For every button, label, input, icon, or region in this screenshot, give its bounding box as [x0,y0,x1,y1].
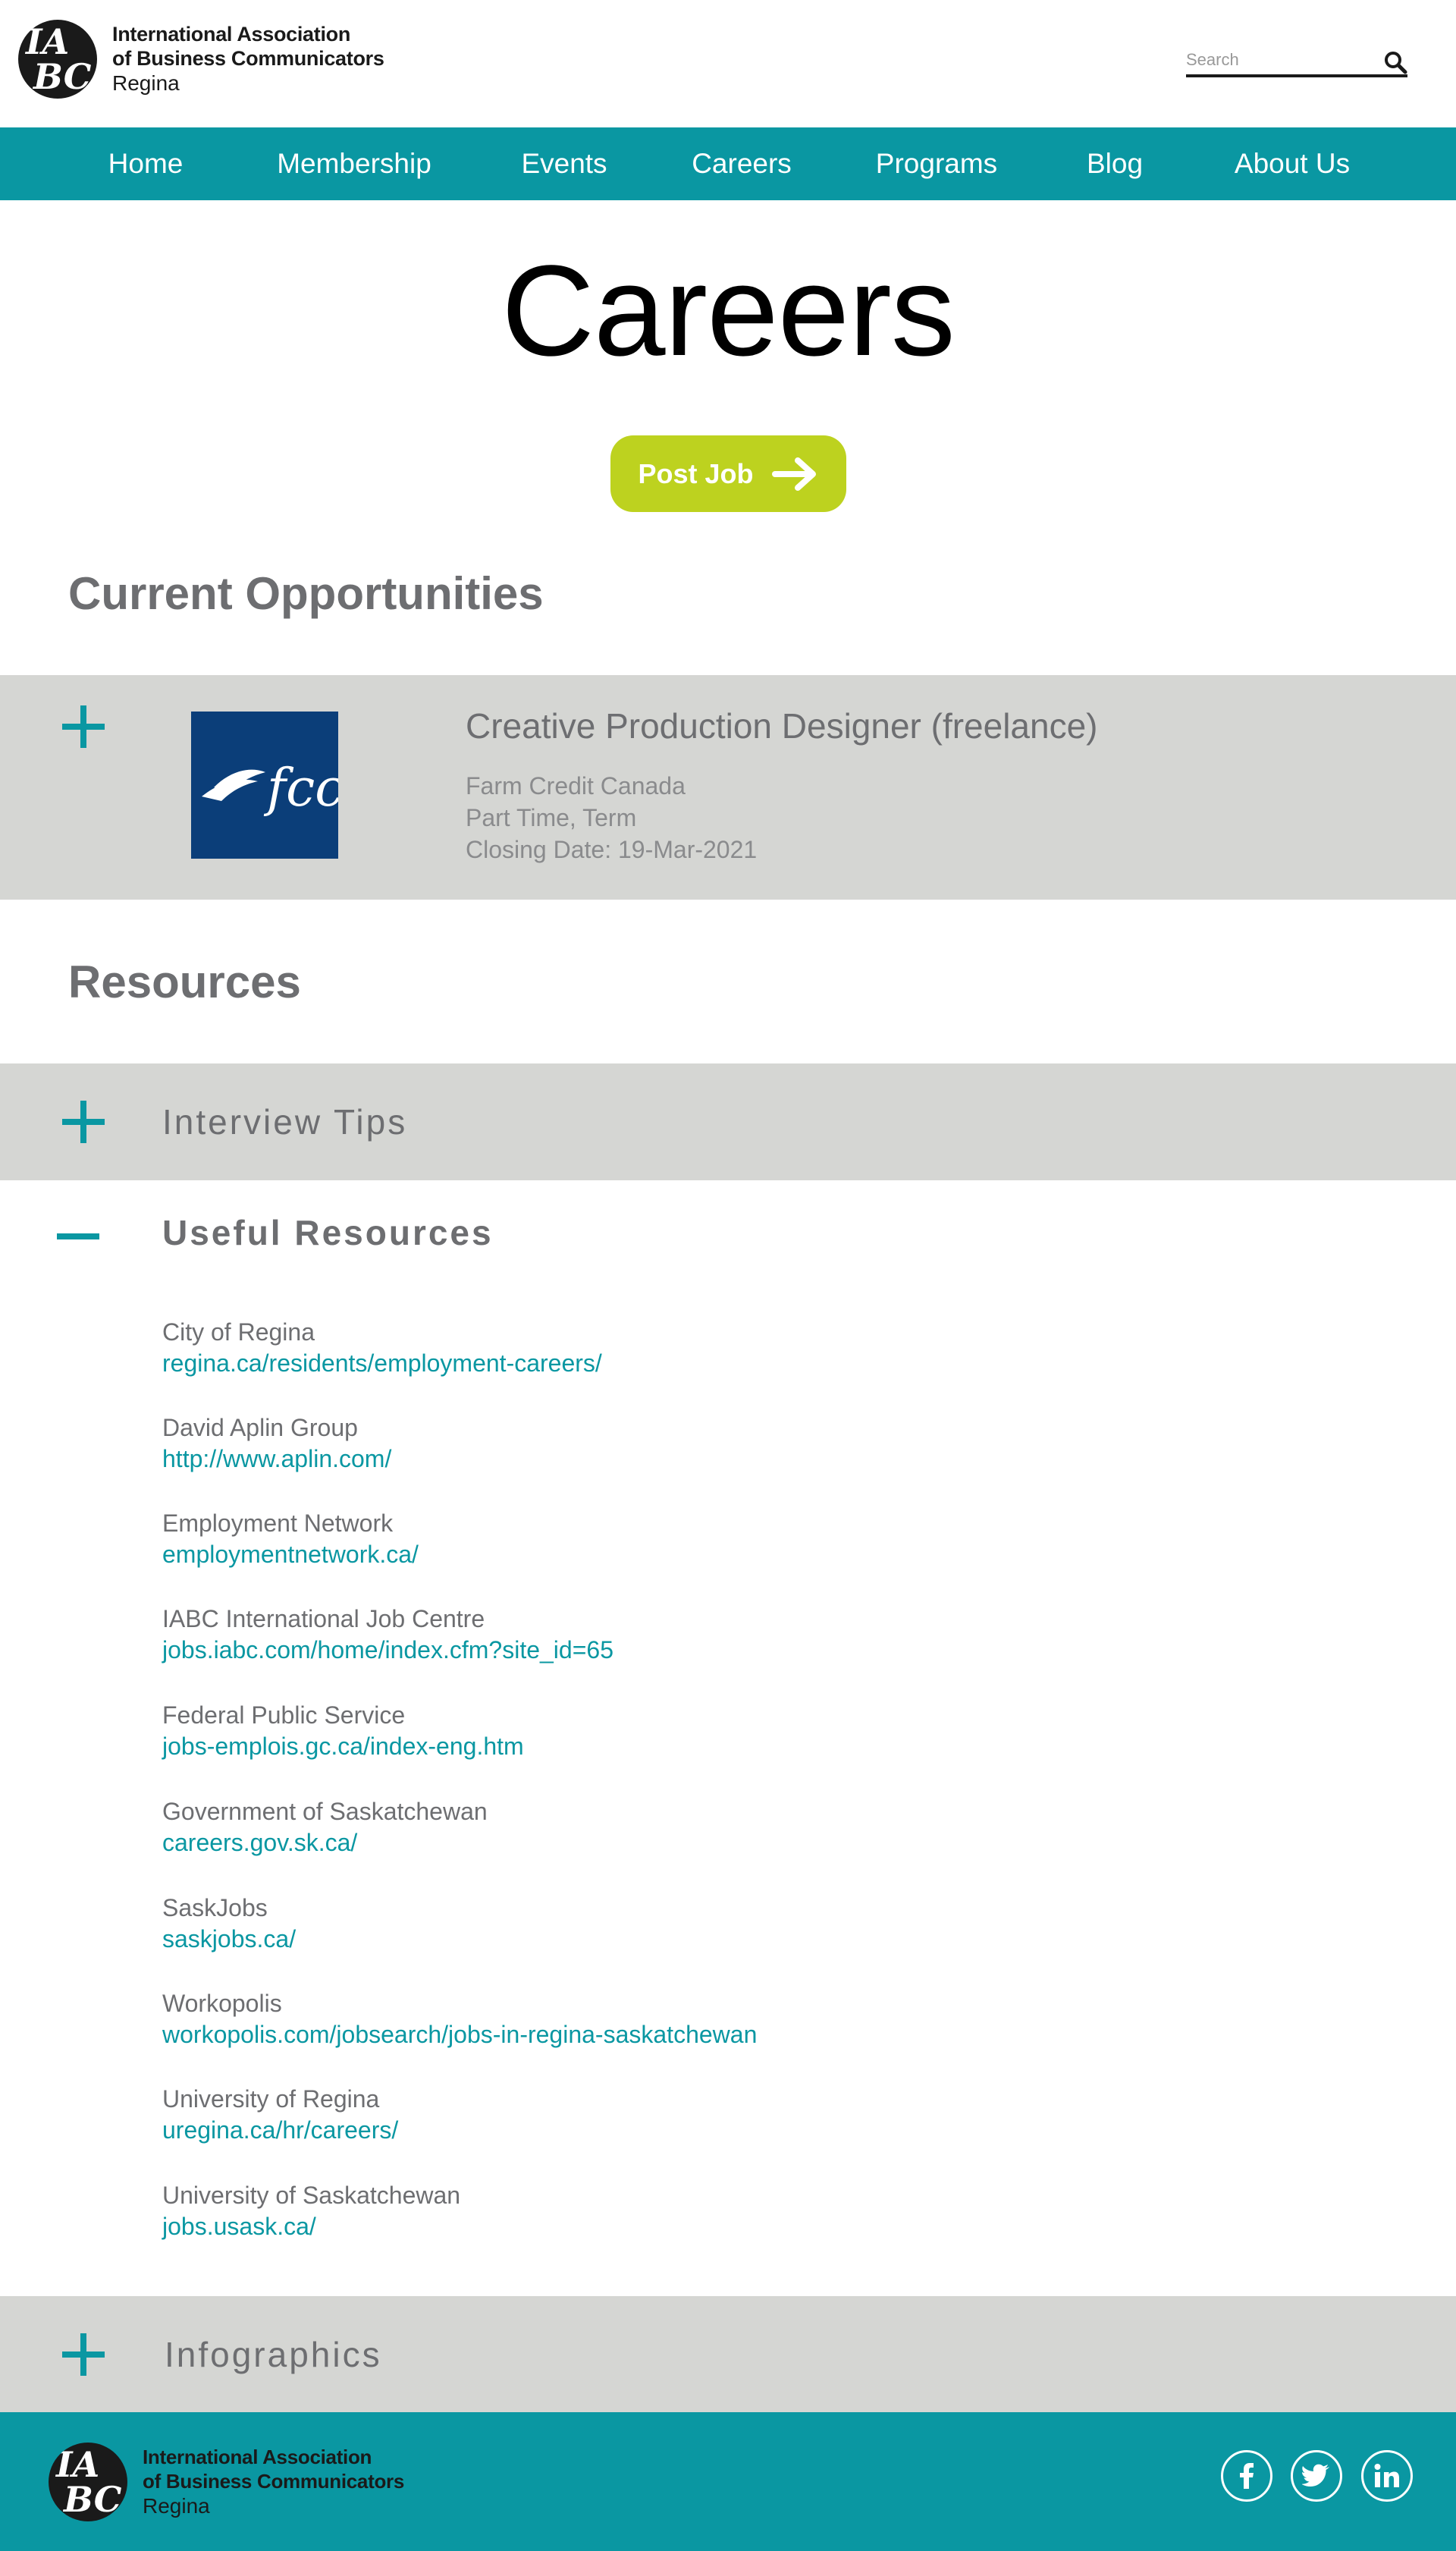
post-job-label: Post Job [638,457,754,489]
resource-name: Government of Saskatchewan [162,1798,488,1825]
iabc-logo-mark: IA BC [49,2443,127,2521]
logo-letters-ia: IA [26,21,70,62]
resource-link[interactable]: uregina.ca/hr/careers/ [162,2114,398,2146]
resource-link[interactable]: careers.gov.sk.ca/ [162,1827,488,1858]
twitter-link[interactable] [1291,2450,1342,2502]
job-title[interactable]: Creative Production Designer (freelance) [466,705,1098,746]
list-item: City of Regina regina.ca/residents/emplo… [162,1317,602,1379]
list-item: David Aplin Group http://www.aplin.com/ [162,1412,391,1475]
footer-logo-line2: of Business Communicators [143,2470,405,2493]
accordion-infographics-label: Infographics [165,2335,382,2374]
resource-name: Employment Network [162,1510,394,1537]
expand-plus-icon[interactable] [62,1101,105,1143]
list-item: University of Regina uregina.ca/hr/caree… [162,2084,398,2146]
linkedin-icon [1374,2464,1399,2487]
nav-item-careers[interactable]: Careers [692,127,792,200]
logo-letters-ia: IA [56,2444,100,2485]
post-job-button[interactable]: Post Job [610,435,846,512]
accordion-interview-tips[interactable]: Interview Tips [0,1063,1456,1180]
nav-item-events[interactable]: Events [521,127,607,200]
resource-name: Workopolis [162,1990,282,2017]
footer-logo-line3: Regina [143,2494,210,2518]
nav-item-about-us[interactable]: About Us [1235,127,1350,200]
resource-name: University of Regina [162,2085,380,2113]
list-item: SaskJobs saskjobs.ca/ [162,1893,296,1955]
resource-name: David Aplin Group [162,1414,358,1441]
accordion-interview-tips-label: Interview Tips [162,1102,408,1142]
facebook-icon [1240,2463,1254,2489]
accordion-infographics[interactable]: Infographics [0,2296,1456,2413]
linkedin-link[interactable] [1361,2450,1413,2502]
resource-link[interactable]: jobs.iabc.com/home/index.cfm?site_id=65 [162,1634,613,1666]
resource-name: IABC International Job Centre [162,1605,485,1632]
list-item: Employment Network employmentnetwork.ca/ [162,1508,419,1570]
arrow-right-icon [771,457,816,491]
resource-link[interactable]: http://www.aplin.com/ [162,1443,391,1475]
current-opportunities-heading: Current Opportunities [68,568,544,619]
nav-item-blog[interactable]: Blog [1087,127,1143,200]
list-item: Government of Saskatchewan careers.gov.s… [162,1796,488,1858]
nav-item-home[interactable]: Home [108,127,184,200]
expand-plus-icon[interactable] [62,705,105,748]
collapse-minus-icon[interactable] [57,1233,99,1239]
footer-logo-text: International Association of Business Co… [143,2445,404,2519]
nav-item-programs[interactable]: Programs [876,127,997,200]
search-box [1186,46,1407,77]
list-item: University of Saskatchewan jobs.usask.ca… [162,2180,460,2242]
site-header: IA BC International Association of Busin… [0,0,1456,127]
job-closing-date: Closing Date: 19-Mar-2021 [466,836,758,863]
fcc-logo-text: fcc [263,759,338,818]
list-item: Federal Public Service jobs-emplois.gc.c… [162,1700,524,1762]
iabc-logo-mark: IA BC [18,20,97,99]
resource-link[interactable]: jobs-emplois.gc.ca/index-eng.htm [162,1730,524,1762]
footer-logo[interactable]: IA BC International Association of Busin… [49,2443,404,2521]
resource-name: Federal Public Service [162,1701,406,1729]
site-footer: IA BC International Association of Busin… [0,2412,1456,2551]
search-input[interactable] [1186,46,1368,74]
page-title: Careers [501,239,956,383]
resource-name: SaskJobs [162,1894,268,1921]
resource-link[interactable]: workopolis.com/jobsearch/jobs-in-regina-… [162,2018,757,2050]
resource-name: City of Regina [162,1318,315,1346]
fcc-logo-graphic: fcc [202,759,344,818]
facebook-link[interactable] [1221,2450,1272,2502]
main-nav: Home Membership Events Careers Programs … [0,127,1456,200]
accordion-useful-resources-label: Useful Resources [162,1213,494,1252]
nav-item-membership[interactable]: Membership [277,127,431,200]
resource-name: University of Saskatchewan [162,2182,461,2209]
logo-text: International Association of Business Co… [112,22,384,96]
job-company: Farm Credit Canada [466,772,686,800]
expand-plus-icon[interactable] [62,2333,105,2376]
logo-text-line3: Regina [112,71,180,95]
search-icon[interactable] [1383,50,1407,74]
fcc-logo: fcc [191,712,344,859]
logo-text-line1: International Association [112,23,351,46]
resource-link[interactable]: regina.ca/residents/employment-careers/ [162,1347,602,1379]
list-item: IABC International Job Centre jobs.iabc.… [162,1604,613,1666]
resources-heading: Resources [68,957,301,1007]
logo-text-line2: of Business Communicators [112,47,384,70]
twitter-icon [1302,2464,1329,2487]
list-item: Workopolis workopolis.com/jobsearch/jobs… [162,1988,757,2050]
job-type: Part Time, Term [466,804,637,831]
logo-letters-bc: BC [64,2479,122,2520]
resource-link[interactable]: saskjobs.ca/ [162,1923,296,1955]
footer-logo-line1: International Association [143,2446,372,2468]
resource-link[interactable]: jobs.usask.ca/ [162,2210,460,2242]
resource-link[interactable]: employmentnetwork.ca/ [162,1538,419,1570]
site-logo[interactable]: IA BC International Association of Busin… [18,20,384,99]
job-listing[interactable]: fcc Creative Production Designer (freela… [0,675,1456,900]
logo-letters-bc: BC [33,56,92,97]
